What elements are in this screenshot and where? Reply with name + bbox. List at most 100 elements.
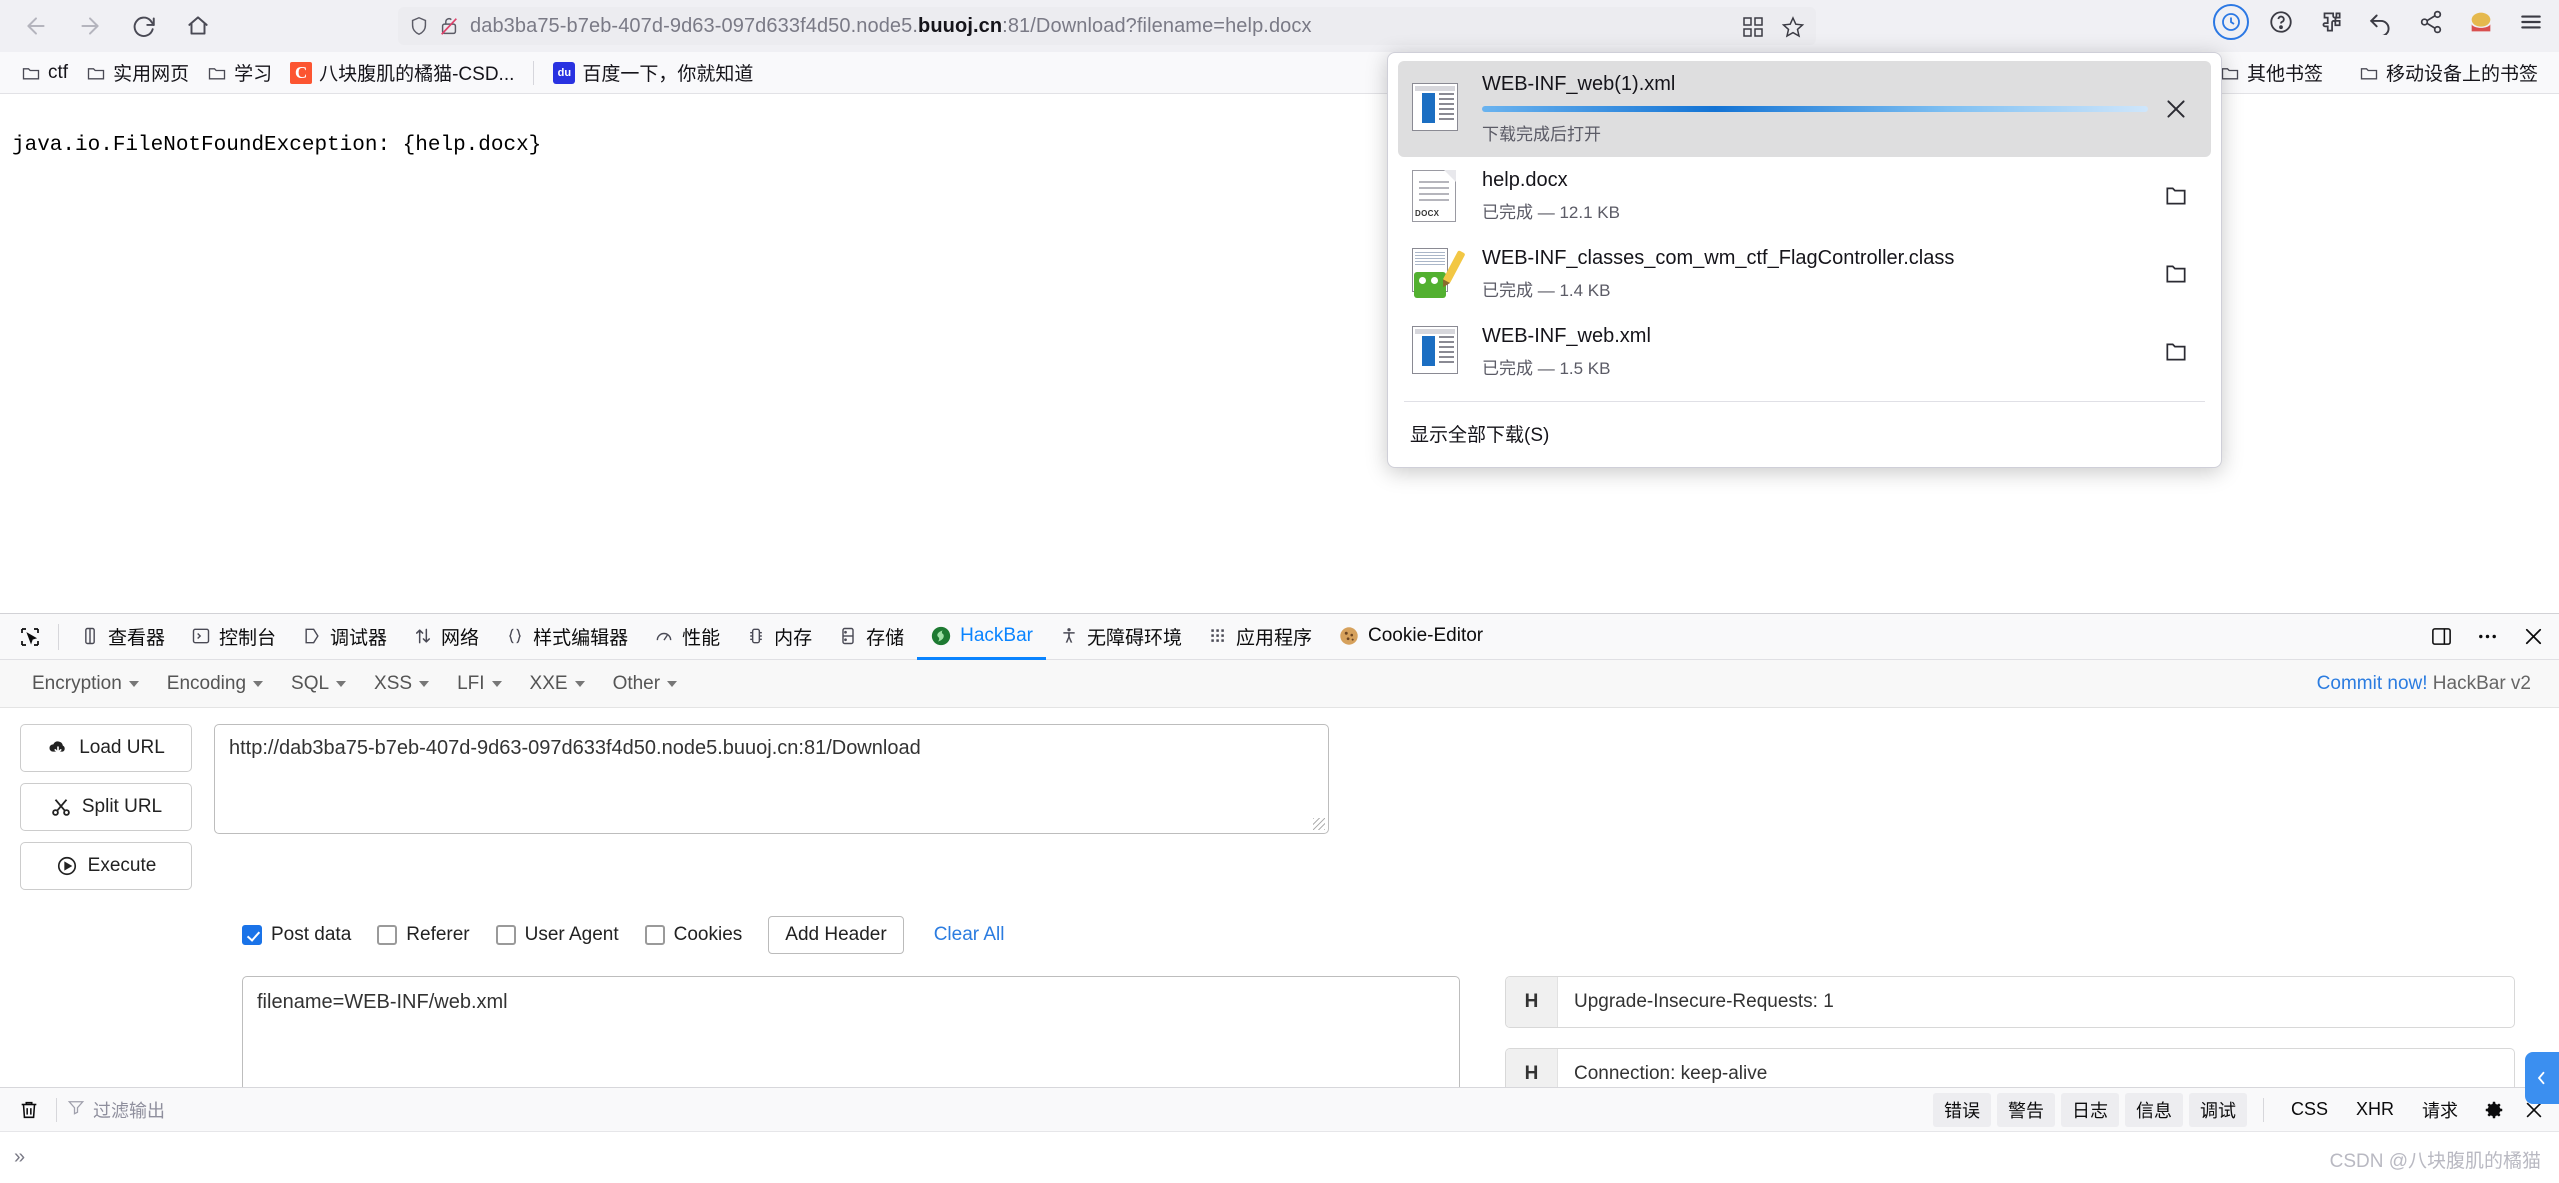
memory-icon [746, 626, 766, 646]
hackbar-version: HackBar v2 [2433, 673, 2531, 694]
bookmark-label: 八块腹肌的橘猫-CSD... [319, 59, 514, 86]
checkbox-user-agent[interactable]: User Agent [496, 924, 619, 946]
clock-extension-icon[interactable] [2213, 4, 2249, 40]
download-item[interactable]: WEB-INF_web(1).xml 下载完成后打开 [1398, 61, 2211, 157]
checkbox-referer[interactable]: Referer [377, 924, 469, 946]
filter-logs[interactable]: 日志 [2061, 1093, 2119, 1127]
qr-reader-icon[interactable] [1738, 12, 1768, 42]
undo-icon[interactable] [2363, 4, 2399, 40]
checkbox-post-data[interactable]: Post data [242, 924, 351, 946]
clear-all-button[interactable]: Clear All [934, 924, 1005, 946]
lock-broken-icon[interactable] [438, 14, 460, 38]
tab-cookie-editor[interactable]: Cookie-Editor [1325, 615, 1496, 660]
header-value[interactable]: Upgrade-Insecure-Requests: 1 [1558, 977, 2514, 1027]
bookmark-item-study[interactable]: 学习 [198, 56, 281, 89]
tab-application[interactable]: 应用程序 [1195, 615, 1325, 660]
filter-css[interactable]: CSS [2280, 1095, 2339, 1124]
bookmark-separator [533, 61, 534, 85]
url-text: dab3ba75-b7eb-407d-9d63-097d633f4d50.nod… [470, 15, 1312, 38]
resize-grip[interactable] [1313, 818, 1325, 830]
dock-layout-icon[interactable] [2427, 623, 2455, 651]
tab-accessibility[interactable]: 无障碍环境 [1046, 615, 1195, 660]
hackbar-menubar: Encryption Encoding SQL XSS LFI XXE Othe… [0, 660, 2559, 708]
bookmark-item-useful-pages[interactable]: 实用网页 [77, 56, 198, 89]
commit-now-link[interactable]: Commit now! [2317, 673, 2428, 694]
tab-memory[interactable]: 内存 [733, 615, 825, 660]
close-devtools-icon[interactable] [2519, 623, 2547, 651]
puzzle-extension-icon[interactable] [2313, 4, 2349, 40]
download-file-name: WEB-INF_web.xml [1482, 325, 2155, 348]
clear-console-icon[interactable] [12, 1095, 46, 1125]
shield-icon[interactable] [408, 14, 430, 38]
show-all-downloads-button[interactable]: 显示全部下载(S) [1388, 402, 2221, 467]
menu-sql[interactable]: SQL [277, 667, 360, 701]
header-row[interactable]: H Upgrade-Insecure-Requests: 1 [1505, 976, 2515, 1028]
download-item[interactable]: DOCX help.docx 已完成 — 12.1 KB [1398, 157, 2211, 235]
add-header-button[interactable]: Add Header [768, 916, 903, 954]
bookmark-item-csdn[interactable]: C 八块腹肌的橘猫-CSD... [281, 56, 523, 89]
download-file-name: WEB-INF_classes_com_wm_ctf_FlagControlle… [1482, 247, 2155, 270]
menu-encoding[interactable]: Encoding [153, 667, 277, 701]
folder-icon[interactable] [2155, 331, 2197, 373]
element-picker-icon[interactable] [10, 620, 50, 654]
filter-debug[interactable]: 调试 [2189, 1093, 2247, 1127]
forward-button[interactable] [68, 6, 112, 46]
tab-style-editor[interactable]: 样式编辑器 [492, 615, 641, 660]
menu-lfi[interactable]: LFI [443, 667, 515, 701]
console-filter-input[interactable]: 过滤输出 [67, 1097, 165, 1123]
bookmark-item-ctf[interactable]: ctf [12, 59, 77, 87]
folder-icon [21, 63, 41, 83]
bookmark-item-other[interactable]: 其他书签 [2211, 56, 2332, 89]
tab-performance[interactable]: 性能 [641, 615, 733, 660]
bookmark-item-baidu[interactable]: du 百度一下，你就知道 [544, 56, 762, 89]
xml-file-icon [1412, 326, 1462, 378]
folder-icon[interactable] [2155, 175, 2197, 217]
url-textarea-value: http://dab3ba75-b7eb-407d-9d63-097d633f4… [229, 737, 921, 759]
tab-hackbar[interactable]: HackBar [917, 615, 1046, 660]
folder-icon [86, 63, 106, 83]
tab-label: 查看器 [108, 623, 165, 650]
tab-storage[interactable]: 存储 [825, 615, 917, 660]
address-bar[interactable]: dab3ba75-b7eb-407d-9d63-097d633f4d50.nod… [398, 7, 1816, 45]
chevron-down-icon [129, 681, 139, 687]
home-button[interactable] [176, 6, 220, 46]
filter-warnings[interactable]: 警告 [1997, 1093, 2055, 1127]
console-divider [56, 1098, 57, 1122]
filter-errors[interactable]: 错误 [1933, 1093, 1991, 1127]
back-button[interactable] [14, 6, 58, 46]
download-item[interactable]: WEB-INF_classes_com_wm_ctf_FlagControlle… [1398, 235, 2211, 313]
gear-icon[interactable] [2479, 1095, 2509, 1125]
share-icon[interactable] [2413, 4, 2449, 40]
menu-xss[interactable]: XSS [360, 667, 443, 701]
bookmark-star-icon[interactable] [1778, 12, 1808, 42]
close-icon[interactable] [2155, 88, 2197, 130]
sidebar-collapse-toggle[interactable] [2525, 1052, 2559, 1104]
tab-debugger[interactable]: 调试器 [289, 615, 400, 660]
tab-console[interactable]: 控制台 [178, 615, 289, 660]
menu-encryption[interactable]: Encryption [18, 667, 153, 701]
execute-button[interactable]: Execute [20, 842, 192, 890]
filter-requests[interactable]: 请求 [2411, 1093, 2469, 1127]
tab-inspector[interactable]: 查看器 [67, 615, 178, 660]
filter-info[interactable]: 信息 [2125, 1093, 2183, 1127]
reload-button[interactable] [122, 6, 166, 46]
checkbox-cookies[interactable]: Cookies [645, 924, 743, 946]
url-textarea[interactable]: http://dab3ba75-b7eb-407d-9d63-097d633f4… [214, 724, 1329, 834]
menu-other[interactable]: Other [599, 667, 692, 701]
console-input-bar[interactable]: » CSDN @八块腹肌的橘猫 [0, 1131, 2559, 1183]
app-menu-icon[interactable] [2513, 4, 2549, 40]
load-url-button[interactable]: Load URL [20, 724, 192, 772]
folder-icon[interactable] [2155, 253, 2197, 295]
download-file-name: help.docx [1482, 169, 2155, 192]
bookmark-item-mobile[interactable]: 移动设备上的书签 [2350, 56, 2547, 89]
tab-network[interactable]: 网络 [400, 615, 492, 660]
help-extension-icon[interactable] [2263, 4, 2299, 40]
style-editor-icon [505, 626, 525, 646]
account-icon[interactable] [2463, 4, 2499, 40]
folder-icon [207, 63, 227, 83]
filter-xhr[interactable]: XHR [2345, 1095, 2405, 1124]
menu-xxe[interactable]: XXE [516, 667, 599, 701]
split-url-button[interactable]: Split URL [20, 783, 192, 831]
more-options-icon[interactable] [2473, 623, 2501, 651]
download-item[interactable]: WEB-INF_web.xml 已完成 — 1.5 KB [1398, 313, 2211, 391]
